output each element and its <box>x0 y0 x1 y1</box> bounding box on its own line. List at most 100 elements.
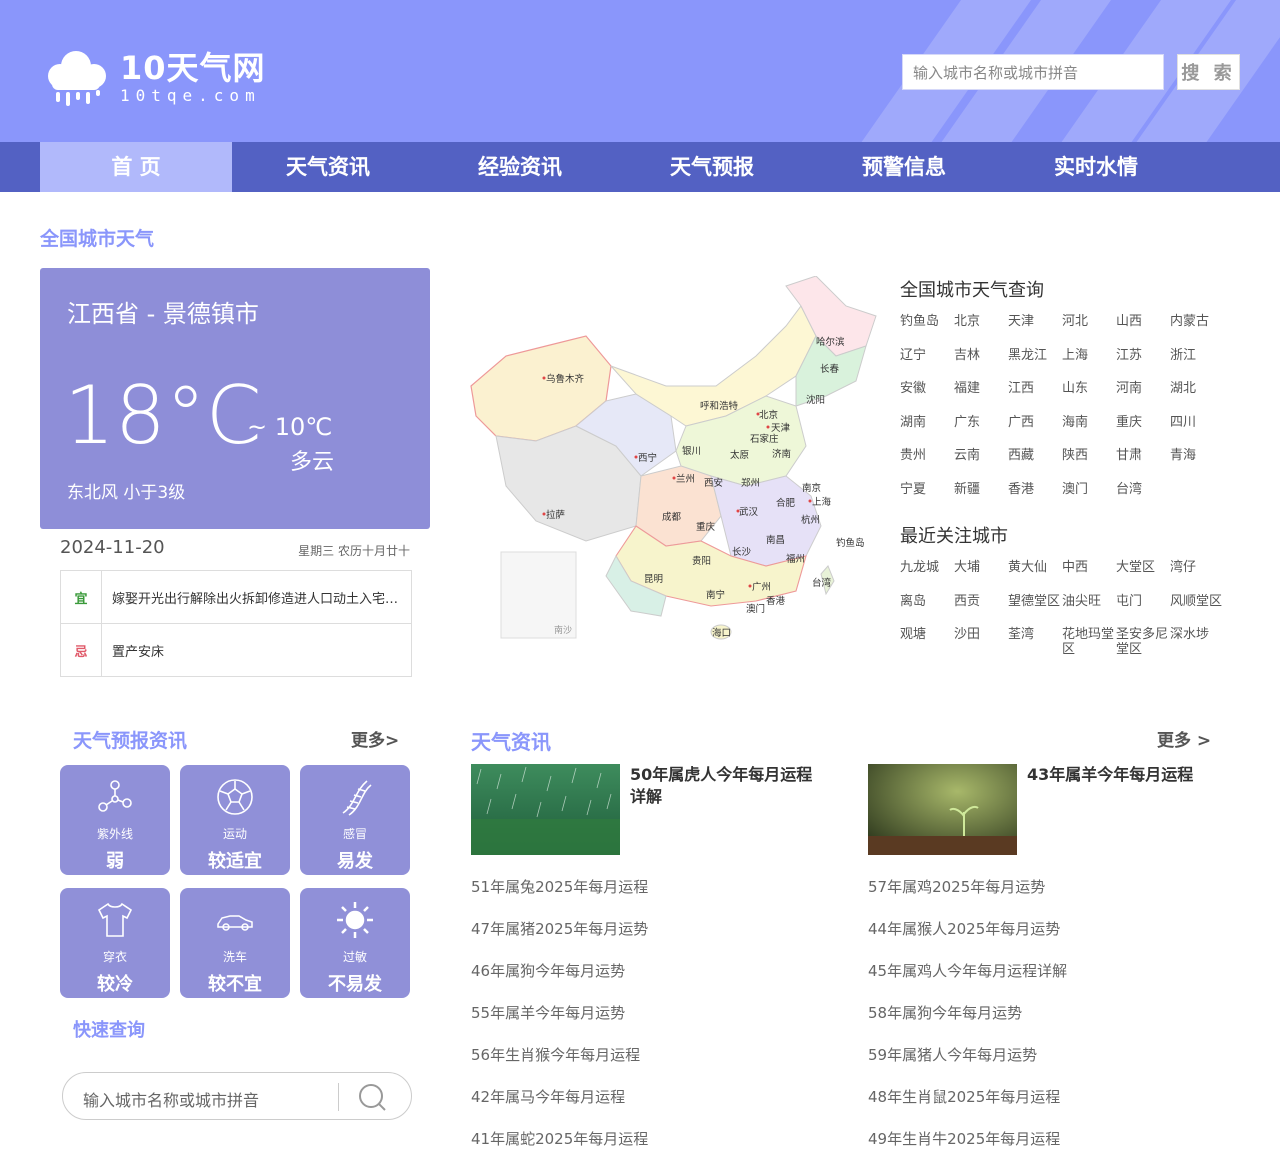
map-city[interactable]: 南京 <box>802 482 821 494</box>
news-thumb-rain[interactable] <box>471 764 620 855</box>
city-link[interactable]: 江苏 <box>1116 346 1170 380</box>
index-tile-sport[interactable]: 运动 较适宜 <box>180 765 290 875</box>
map-city[interactable]: 济南 <box>772 448 791 460</box>
map-city[interactable]: 长沙 <box>732 546 752 558</box>
forecast-more-link[interactable]: 更多> <box>351 726 399 751</box>
city-link[interactable]: 湖南 <box>900 413 954 447</box>
city-link[interactable]: 安徽 <box>900 379 954 413</box>
news-link[interactable]: 48年生肖鼠2025年每月运程 <box>868 1086 1060 1107</box>
map-city[interactable]: 武汉 <box>739 506 759 518</box>
map-city[interactable]: 北京 <box>759 409 778 421</box>
recent-city-link[interactable]: 屯门 <box>1116 592 1170 626</box>
news-link[interactable]: 49年生肖牛2025年每月运程 <box>868 1128 1060 1149</box>
city-link[interactable]: 西藏 <box>1008 446 1062 480</box>
index-tile-allergy[interactable]: 过敏 不易发 <box>300 888 410 998</box>
city-link[interactable]: 吉林 <box>954 346 1008 380</box>
recent-city-link[interactable]: 离岛 <box>900 592 954 626</box>
recent-city-link[interactable]: 大埔 <box>954 558 1008 592</box>
city-link[interactable]: 宁夏 <box>900 480 954 514</box>
search-icon[interactable] <box>357 1082 387 1112</box>
city-link[interactable]: 湖北 <box>1170 379 1224 413</box>
recent-city-link[interactable]: 西贡 <box>954 592 1008 626</box>
news-link[interactable]: 46年属狗今年每月运势 <box>471 960 625 981</box>
map-city[interactable]: 天津 <box>771 423 791 434</box>
map-city[interactable]: 杭州 <box>801 514 820 526</box>
nav-home[interactable]: 首 页 <box>40 142 232 192</box>
map-city[interactable]: 贵阳 <box>692 555 711 567</box>
city-link[interactable]: 陕西 <box>1062 446 1116 480</box>
city-link[interactable]: 内蒙古 <box>1170 312 1224 346</box>
map-city[interactable]: 乌鲁木齐 <box>546 373 585 385</box>
news-featured-title[interactable]: 50年属虎人今年每月运程详解 <box>630 764 825 808</box>
map-city[interactable]: 哈尔滨 <box>816 336 845 348</box>
index-tile-cold[interactable]: 感冒 易发 <box>300 765 410 875</box>
city-link[interactable]: 四川 <box>1170 413 1224 447</box>
map-city[interactable]: 呼和浩特 <box>700 400 739 412</box>
map-city[interactable]: 兰州 <box>676 473 695 485</box>
map-city[interactable]: 香港 <box>766 595 786 607</box>
recent-city-link[interactable]: 望德堂区 <box>1008 592 1062 626</box>
recent-city-link[interactable]: 花地玛堂区 <box>1062 625 1116 659</box>
map-city[interactable]: 昆明 <box>644 574 663 585</box>
recent-city-link[interactable]: 风顺堂区 <box>1170 592 1224 626</box>
map-city[interactable]: 成都 <box>662 511 682 523</box>
map-city[interactable]: 合肥 <box>776 497 796 509</box>
city-link[interactable]: 青海 <box>1170 446 1224 480</box>
map-city[interactable]: 沈阳 <box>806 394 825 406</box>
recent-city-link[interactable]: 油尖旺 <box>1062 592 1116 626</box>
map-city[interactable]: 银川 <box>682 445 701 457</box>
city-link[interactable]: 北京 <box>954 312 1008 346</box>
map-city[interactable]: 郑州 <box>741 477 760 489</box>
recent-city-link[interactable]: 荃湾 <box>1008 625 1062 659</box>
city-link[interactable]: 香港 <box>1008 480 1062 514</box>
map-city[interactable]: 长春 <box>820 363 840 375</box>
city-link[interactable]: 福建 <box>954 379 1008 413</box>
city-link[interactable]: 山东 <box>1062 379 1116 413</box>
news-link[interactable]: 44年属猴人2025年每月运势 <box>868 918 1060 939</box>
map-city[interactable]: 太原 <box>730 449 749 461</box>
map-city[interactable]: 南宁 <box>706 589 725 601</box>
nav-alerts[interactable]: 预警信息 <box>808 142 1000 192</box>
index-tile-uv[interactable]: 紫外线 弱 <box>60 765 170 875</box>
recent-city-link[interactable]: 大堂区 <box>1116 558 1170 592</box>
city-link[interactable]: 辽宁 <box>900 346 954 380</box>
city-link[interactable]: 重庆 <box>1116 413 1170 447</box>
city-link[interactable]: 浙江 <box>1170 346 1224 380</box>
index-tile-clothing[interactable]: 穿衣 较冷 <box>60 888 170 998</box>
city-link[interactable]: 山西 <box>1116 312 1170 346</box>
nav-experience-news[interactable]: 经验资讯 <box>424 142 616 192</box>
city-link[interactable]: 新疆 <box>954 480 1008 514</box>
city-link[interactable]: 天津 <box>1008 312 1062 346</box>
map-city[interactable]: 台湾 <box>812 577 832 589</box>
news-link[interactable]: 56年生肖猴今年每月运程 <box>471 1044 640 1065</box>
city-link[interactable]: 澳门 <box>1062 480 1116 514</box>
city-link[interactable]: 上海 <box>1062 346 1116 380</box>
nav-forecast[interactable]: 天气预报 <box>616 142 808 192</box>
quick-search-input[interactable]: 输入城市名称或城市拼音 <box>62 1072 412 1120</box>
nav-water[interactable]: 实时水情 <box>1000 142 1192 192</box>
header-search-button[interactable]: 搜 索 <box>1177 54 1240 90</box>
map-city[interactable]: 广州 <box>752 581 771 593</box>
site-logo[interactable]: 10天气网 10tqe.com <box>40 48 266 108</box>
news-link[interactable]: 47年属猪2025年每月运势 <box>471 918 648 939</box>
recent-city-link[interactable]: 深水埗 <box>1170 625 1224 659</box>
city-link[interactable]: 云南 <box>954 446 1008 480</box>
recent-city-link[interactable]: 观塘 <box>900 625 954 659</box>
map-city[interactable]: 澳门 <box>746 603 765 615</box>
news-link[interactable]: 51年属兔2025年每月运程 <box>471 876 648 897</box>
city-link[interactable]: 河北 <box>1062 312 1116 346</box>
map-city[interactable]: 西安 <box>704 477 723 489</box>
recent-city-link[interactable]: 圣安多尼堂区 <box>1116 625 1170 659</box>
city-link[interactable]: 甘肃 <box>1116 446 1170 480</box>
recent-city-link[interactable]: 中西 <box>1062 558 1116 592</box>
map-city[interactable]: 福州 <box>786 553 805 565</box>
map-city[interactable]: 重庆 <box>696 521 716 533</box>
city-link[interactable]: 江西 <box>1008 379 1062 413</box>
news-link[interactable]: 42年属马今年每月运程 <box>471 1086 625 1107</box>
news-link[interactable]: 41年属蛇2025年每月运程 <box>471 1128 648 1149</box>
nav-weather-news[interactable]: 天气资讯 <box>232 142 424 192</box>
map-city[interactable]: 钓鱼岛 <box>836 537 865 549</box>
news-more-link[interactable]: 更多 > <box>1157 726 1211 751</box>
news-link[interactable]: 59年属猪人今年每月运势 <box>868 1044 1037 1065</box>
china-map[interactable]: 南沙 乌鲁木齐 拉萨 西宁 兰州 银川 呼和浩特 西安 成都 重庆 贵阳 昆明 … <box>466 276 882 644</box>
